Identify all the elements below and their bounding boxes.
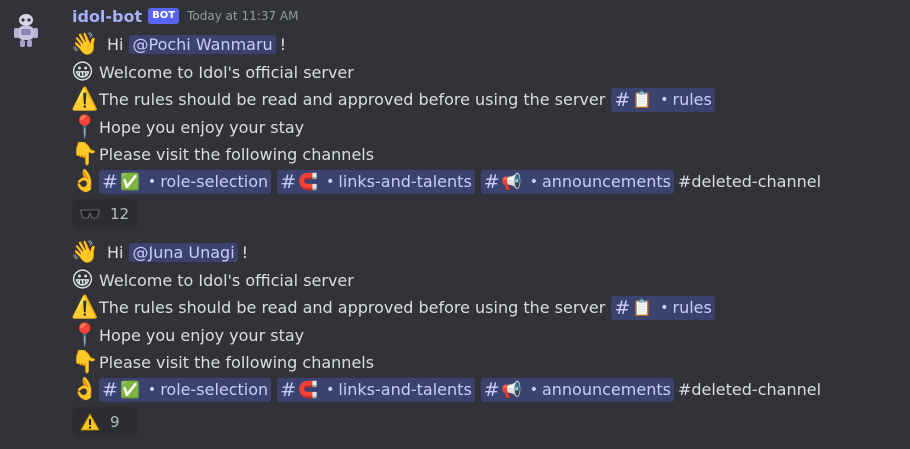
- enjoy-line: 📍 Hope you enjoy your stay: [71, 114, 304, 141]
- channel-link-announcements[interactable]: # 📢 • announcements: [480, 377, 674, 402]
- visit-line: 👇 Please visit the following channels: [71, 349, 374, 376]
- reaction-count: 12: [110, 205, 130, 223]
- welcome-text: Welcome to Idol's official server: [99, 63, 354, 82]
- channel-name: rules: [672, 298, 712, 317]
- greeting-text: Hi: [107, 35, 124, 54]
- hash-icon: #: [614, 88, 631, 111]
- enjoy-line: 📍 Hope you enjoy your stay: [71, 322, 304, 349]
- channel-separator: •: [529, 381, 538, 398]
- reaction-button[interactable]: 9: [72, 407, 138, 437]
- hash-icon: #: [483, 378, 500, 401]
- clipboard-icon: 📋: [632, 298, 653, 317]
- visit-text: Please visit the following channels: [99, 145, 375, 164]
- hash-icon: #: [102, 170, 118, 193]
- megaphone-icon: 📢: [501, 380, 522, 399]
- deleted-channel: #deleted-channel: [677, 380, 822, 399]
- pushpin-icon: 📍: [71, 322, 99, 348]
- channels-line: 👌 # ✅ • role-selection # 🧲 • links-and-t…: [71, 376, 821, 403]
- avatar[interactable]: [10, 12, 42, 48]
- enjoy-text: Hope you enjoy your stay: [99, 326, 305, 345]
- ok-hand-icon: 👌: [71, 376, 99, 402]
- channel-separator: •: [529, 173, 538, 190]
- clipboard-icon: 📋: [632, 90, 653, 109]
- channel-name: role-selection: [160, 172, 269, 191]
- channel-separator: •: [660, 91, 669, 108]
- bot-tag: BOT: [148, 8, 180, 24]
- channels-line: 👌 # ✅ • role-selection # 🧲 • links-and-t…: [71, 168, 821, 195]
- sunglasses-icon: [80, 208, 104, 220]
- welcome-line: 😀 Welcome to Idol's official server: [71, 267, 354, 294]
- channel-name: rules: [672, 90, 712, 109]
- greeting-end: !: [279, 35, 287, 54]
- channel-name: links-and-talents: [338, 380, 472, 399]
- hash-icon: #: [483, 170, 500, 193]
- visit-line: 👇 Please visit the following channels: [71, 141, 374, 168]
- greeting-text: Hi: [107, 243, 124, 262]
- reaction-count: 9: [110, 413, 120, 431]
- pushpin-icon: 📍: [71, 114, 99, 140]
- welcome-line: 😀 Welcome to Idol's official server: [71, 59, 354, 86]
- user-mention[interactable]: @Pochi Wanmaru: [129, 35, 276, 54]
- channel-link-role-selection[interactable]: # ✅ • role-selection: [99, 377, 272, 402]
- channel-separator: •: [326, 381, 335, 398]
- visit-text: Please visit the following channels: [99, 353, 375, 372]
- timestamp[interactable]: Today at 11:37 AM: [187, 9, 298, 23]
- reaction-button[interactable]: 12: [72, 199, 138, 229]
- channel-name: links-and-talents: [338, 172, 472, 191]
- channel-name: announcements: [541, 380, 671, 399]
- greeting-line: 👋 Hi @Pochi Wanmaru !: [71, 31, 286, 58]
- channel-link-rules[interactable]: # 📋 • rules: [611, 87, 715, 112]
- rules-line: ⚠️ The rules should be read and approved…: [71, 86, 721, 113]
- user-mention[interactable]: @Juna Unagi: [129, 243, 238, 262]
- welcome-text: Welcome to Idol's official server: [99, 271, 354, 290]
- channel-separator: •: [326, 173, 335, 190]
- check-mark-icon: ✅: [119, 380, 140, 399]
- channel-separator: •: [147, 173, 157, 190]
- channel-link-announcements[interactable]: # 📢 • announcements: [480, 169, 674, 194]
- enjoy-text: Hope you enjoy your stay: [99, 118, 305, 137]
- smiley-icon: 😀: [71, 267, 94, 293]
- greeting-end: !: [241, 243, 249, 262]
- rules-line: ⚠️ The rules should be read and approved…: [71, 294, 721, 321]
- hash-icon: #: [280, 378, 297, 401]
- pointing-down-icon: 👇: [71, 349, 99, 375]
- magnet-icon: 🧲: [298, 380, 319, 399]
- username[interactable]: idol-bot: [72, 7, 142, 26]
- channel-link-role-selection[interactable]: # ✅ • role-selection: [99, 169, 272, 194]
- channel-separator: •: [147, 381, 157, 398]
- warning-icon: [80, 413, 104, 431]
- magnet-icon: 🧲: [298, 172, 319, 191]
- hash-icon: #: [614, 296, 631, 319]
- warning-icon: ⚠️: [71, 86, 99, 112]
- waving-hand-icon: 👋: [71, 239, 99, 265]
- smiley-icon: 😀: [71, 59, 94, 85]
- pointing-down-icon: 👇: [71, 141, 99, 167]
- channel-name: announcements: [541, 172, 671, 191]
- warning-icon: ⚠️: [71, 294, 99, 320]
- hash-icon: #: [102, 378, 118, 401]
- deleted-channel: #deleted-channel: [677, 172, 822, 191]
- channel-name: role-selection: [160, 380, 269, 399]
- channel-link-links-and-talents[interactable]: # 🧲 • links-and-talents: [277, 377, 475, 402]
- channel-link-rules[interactable]: # 📋 • rules: [611, 295, 715, 320]
- rules-text: The rules should be read and approved be…: [99, 90, 606, 109]
- ok-hand-icon: 👌: [71, 168, 99, 194]
- channel-separator: •: [660, 299, 669, 316]
- message-header: idol-bot BOT Today at 11:37 AM: [72, 5, 298, 27]
- waving-hand-icon: 👋: [71, 31, 99, 57]
- greeting-line: 👋 Hi @Juna Unagi !: [71, 239, 248, 266]
- megaphone-icon: 📢: [501, 172, 522, 191]
- hash-icon: #: [280, 170, 297, 193]
- check-mark-icon: ✅: [119, 172, 140, 191]
- rules-text: The rules should be read and approved be…: [99, 298, 606, 317]
- channel-link-links-and-talents[interactable]: # 🧲 • links-and-talents: [277, 169, 475, 194]
